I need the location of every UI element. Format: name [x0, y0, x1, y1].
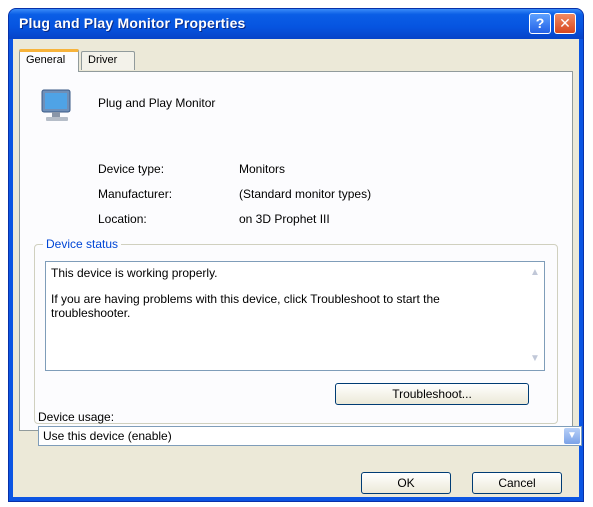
- location-label: Location:: [98, 212, 147, 226]
- chevron-down-icon[interactable]: ▼: [564, 428, 580, 444]
- scroll-up-icon[interactable]: ▲: [528, 266, 542, 280]
- window-title: Plug and Play Monitor Properties: [19, 15, 246, 31]
- cancel-button[interactable]: Cancel: [472, 472, 562, 494]
- title-bar[interactable]: Plug and Play Monitor Properties ? ✕: [9, 9, 583, 39]
- device-name: Plug and Play Monitor: [98, 96, 216, 110]
- device-usage-select[interactable]: Use this device (enable) ▼: [38, 426, 582, 446]
- scroll-down-icon[interactable]: ▼: [528, 352, 542, 366]
- general-tab-panel: Plug and Play Monitor Device type: Monit…: [19, 71, 573, 431]
- device-usage-value: Use this device (enable): [43, 429, 172, 443]
- manufacturer-label: Manufacturer:: [98, 187, 173, 201]
- ok-button[interactable]: OK: [361, 472, 451, 494]
- status-line-2: If you are having problems with this dev…: [51, 292, 440, 320]
- troubleshoot-label: Troubleshoot...: [392, 387, 472, 401]
- device-usage-label: Device usage:: [38, 410, 115, 424]
- device-status-title: Device status: [43, 237, 122, 251]
- help-button[interactable]: ?: [529, 13, 551, 34]
- tab-general[interactable]: General: [19, 49, 79, 72]
- tab-driver[interactable]: Driver: [81, 51, 135, 70]
- monitor-icon: [41, 89, 71, 121]
- troubleshoot-button[interactable]: Troubleshoot...: [335, 383, 529, 405]
- close-button[interactable]: ✕: [554, 13, 576, 34]
- status-line-1: This device is working properly.: [51, 266, 218, 280]
- manufacturer-value: (Standard monitor types): [239, 187, 372, 201]
- device-type-value: Monitors: [239, 162, 286, 176]
- device-status-text[interactable]: This device is working properly. If you …: [45, 261, 545, 371]
- location-value: on 3D Prophet III: [239, 212, 330, 226]
- device-status-group: Device status This device is working pro…: [34, 237, 558, 424]
- device-type-label: Device type:: [98, 162, 165, 176]
